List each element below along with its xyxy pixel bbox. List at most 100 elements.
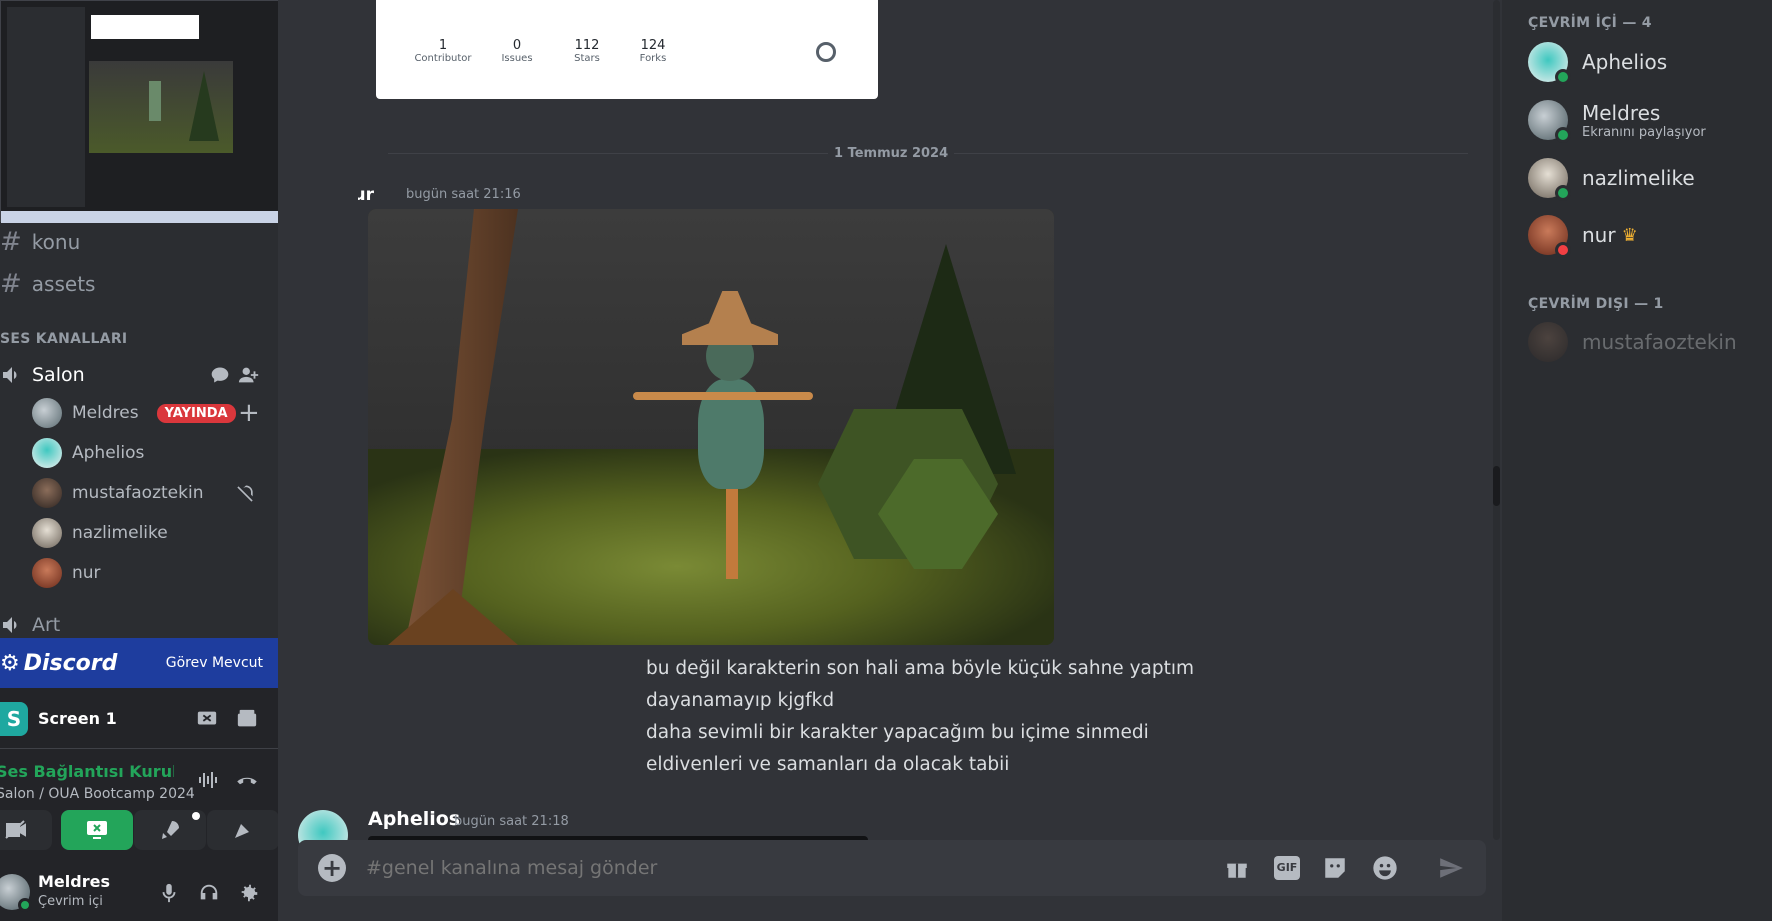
avatar xyxy=(1528,42,1571,85)
member-name: nur xyxy=(1582,223,1616,247)
voice-user-nur[interactable]: nur xyxy=(32,555,101,591)
screen-avatar: S xyxy=(0,702,28,736)
scarecrow-arms xyxy=(633,392,813,400)
stop-stream-icon[interactable] xyxy=(196,708,218,730)
plus-icon[interactable]: + xyxy=(238,398,260,428)
chat-bubble-icon[interactable] xyxy=(210,365,230,385)
connection-status-text: Ses Bağlantısı Kuruldu xyxy=(0,762,174,781)
soundboard-icon xyxy=(235,821,252,838)
avatar xyxy=(1528,322,1568,362)
camera-off-icon xyxy=(5,820,26,839)
member-meldres[interactable]: Meldres Ekranını paylaşıyor xyxy=(1528,100,1706,143)
headphones-icon[interactable] xyxy=(198,882,220,904)
stat-label: Stars xyxy=(574,53,600,64)
voice-user-name: Aphelios xyxy=(72,443,145,463)
online-group-header: ÇEVRİM İÇİ — 4 xyxy=(1528,15,1652,31)
avatar xyxy=(1528,100,1571,143)
avatar xyxy=(32,478,62,508)
voice-connection-status[interactable]: Ses Bağlantısı Kuruldu Salon / OUA Bootc… xyxy=(0,760,278,808)
stars-stat: 112 Stars xyxy=(554,38,620,64)
stat-value: 0 xyxy=(512,38,522,53)
stat-label: Issues xyxy=(501,53,533,64)
toggle-camera-button[interactable] xyxy=(0,810,52,850)
stat-label: Contributor xyxy=(414,53,472,64)
github-embed-card[interactable]: 1 Contributor 0 Issues 112 Stars 124 Forks xyxy=(376,0,878,99)
user-status: Çevrim içi xyxy=(38,894,103,909)
sticker-icon[interactable] xyxy=(1322,855,1348,881)
avatar xyxy=(1528,158,1571,201)
offline-group-header: ÇEVRİM DIŞI — 1 xyxy=(1528,296,1664,312)
message-composer: + GIF xyxy=(298,840,1486,896)
emoji-icon[interactable] xyxy=(1371,854,1399,882)
online-status-dot xyxy=(1555,127,1571,143)
avatar xyxy=(32,438,62,468)
live-badge: YAYINDA xyxy=(156,403,236,423)
date-divider-label: 1 Temmuz 2024 xyxy=(828,146,955,161)
noise-suppression-icon[interactable] xyxy=(196,768,220,792)
message-text-line: daha sevimli bir karakter yapacağım bu i… xyxy=(646,722,1149,743)
quest-available-label: Görev Mevcut xyxy=(165,655,263,671)
message-text-line: dayanamayıp kjgfkd xyxy=(646,690,835,711)
text-channel-konu[interactable]: # konu xyxy=(0,224,80,260)
channel-sidebar: # konu # assets SES KANALLARI Salon Meldre… xyxy=(0,0,278,921)
message-timestamp: bugün saat 21:18 xyxy=(454,814,569,829)
gift-icon[interactable] xyxy=(1224,855,1250,881)
activity-icon[interactable] xyxy=(236,708,258,730)
user-panel: Meldres Çevrim içi xyxy=(0,864,278,921)
member-nazlimelike[interactable]: nazlimelike xyxy=(1528,158,1695,201)
member-nur[interactable]: nur ♛ xyxy=(1528,215,1638,258)
screen-share-icon xyxy=(87,821,107,839)
member-list: ÇEVRİM İÇİ — 4 Aphelios Meldres Ekranını … xyxy=(1502,0,1772,921)
voice-channel-salon[interactable]: Salon xyxy=(0,357,270,393)
scene-render-image[interactable] xyxy=(368,209,1054,645)
online-status-dot xyxy=(18,898,32,912)
avatar xyxy=(32,518,62,548)
voice-user-meldres[interactable]: Meldres YAYINDA + xyxy=(32,395,262,431)
voice-user-nazlimelike[interactable]: nazlimelike xyxy=(32,515,168,551)
voice-user-aphelios[interactable]: Aphelios xyxy=(32,435,144,471)
screen-share-button[interactable] xyxy=(61,810,133,850)
voice-channel-label: Salon xyxy=(32,364,85,386)
gif-icon[interactable]: GIF xyxy=(1274,856,1300,880)
settings-gear-icon[interactable] xyxy=(238,882,260,904)
speaker-icon xyxy=(3,617,17,633)
member-name: Aphelios xyxy=(1582,50,1668,74)
voice-user-mustafaoztekin[interactable]: mustafaoztekin xyxy=(32,475,262,511)
avatar xyxy=(1528,215,1571,258)
add-member-icon[interactable] xyxy=(238,364,260,386)
message-author[interactable]: nur xyxy=(358,185,374,205)
chat-scrollbar-thumb[interactable] xyxy=(1493,466,1500,506)
member-mustafaoztekin[interactable]: mustafaoztekin xyxy=(1528,322,1737,362)
quest-banner[interactable]: ⚙ Discord Görev Mevcut xyxy=(0,638,278,688)
channel-label: konu xyxy=(31,230,81,254)
stat-label: Forks xyxy=(639,53,667,64)
message-input[interactable] xyxy=(366,850,1066,886)
stat-value: 112 xyxy=(574,38,600,53)
message-text-line: eldivenleri ve samanları da olacak tabii xyxy=(646,754,1010,775)
screen-share-row[interactable]: S Screen 1 xyxy=(0,698,278,740)
user-avatar[interactable] xyxy=(0,874,32,912)
message-author[interactable]: Aphelios xyxy=(368,808,460,830)
disconnect-icon[interactable] xyxy=(234,768,260,794)
send-icon[interactable] xyxy=(1438,855,1464,881)
user-name[interactable]: Meldres xyxy=(38,872,110,891)
crown-icon: ♛ xyxy=(1621,224,1638,246)
soundboard-button[interactable] xyxy=(207,810,278,850)
member-activity: Ekranını paylaşıyor xyxy=(1582,124,1706,140)
chat-scrollbar[interactable] xyxy=(1493,0,1500,840)
stream-preview-thumbnail[interactable] xyxy=(0,0,278,223)
add-attachment-icon[interactable]: + xyxy=(318,854,346,882)
forks-stat: 124 Forks xyxy=(620,38,686,64)
microphone-icon[interactable] xyxy=(158,882,180,904)
voice-user-name: nur xyxy=(72,563,101,583)
voice-user-name: nazlimelike xyxy=(72,523,168,543)
dnd-status-dot xyxy=(1555,242,1571,258)
avatar xyxy=(32,398,62,428)
message-text-line: bu değil karakterin son hali ama böyle k… xyxy=(646,658,1195,679)
member-aphelios[interactable]: Aphelios xyxy=(1528,42,1668,85)
stat-value: 124 xyxy=(640,38,666,53)
activities-button[interactable] xyxy=(134,810,206,850)
text-channel-assets[interactable]: # assets xyxy=(0,266,95,302)
discord-window: # konu # assets SES KANALLARI Salon Meldre… xyxy=(0,0,1772,921)
voice-section-header[interactable]: SES KANALLARI xyxy=(0,331,127,347)
